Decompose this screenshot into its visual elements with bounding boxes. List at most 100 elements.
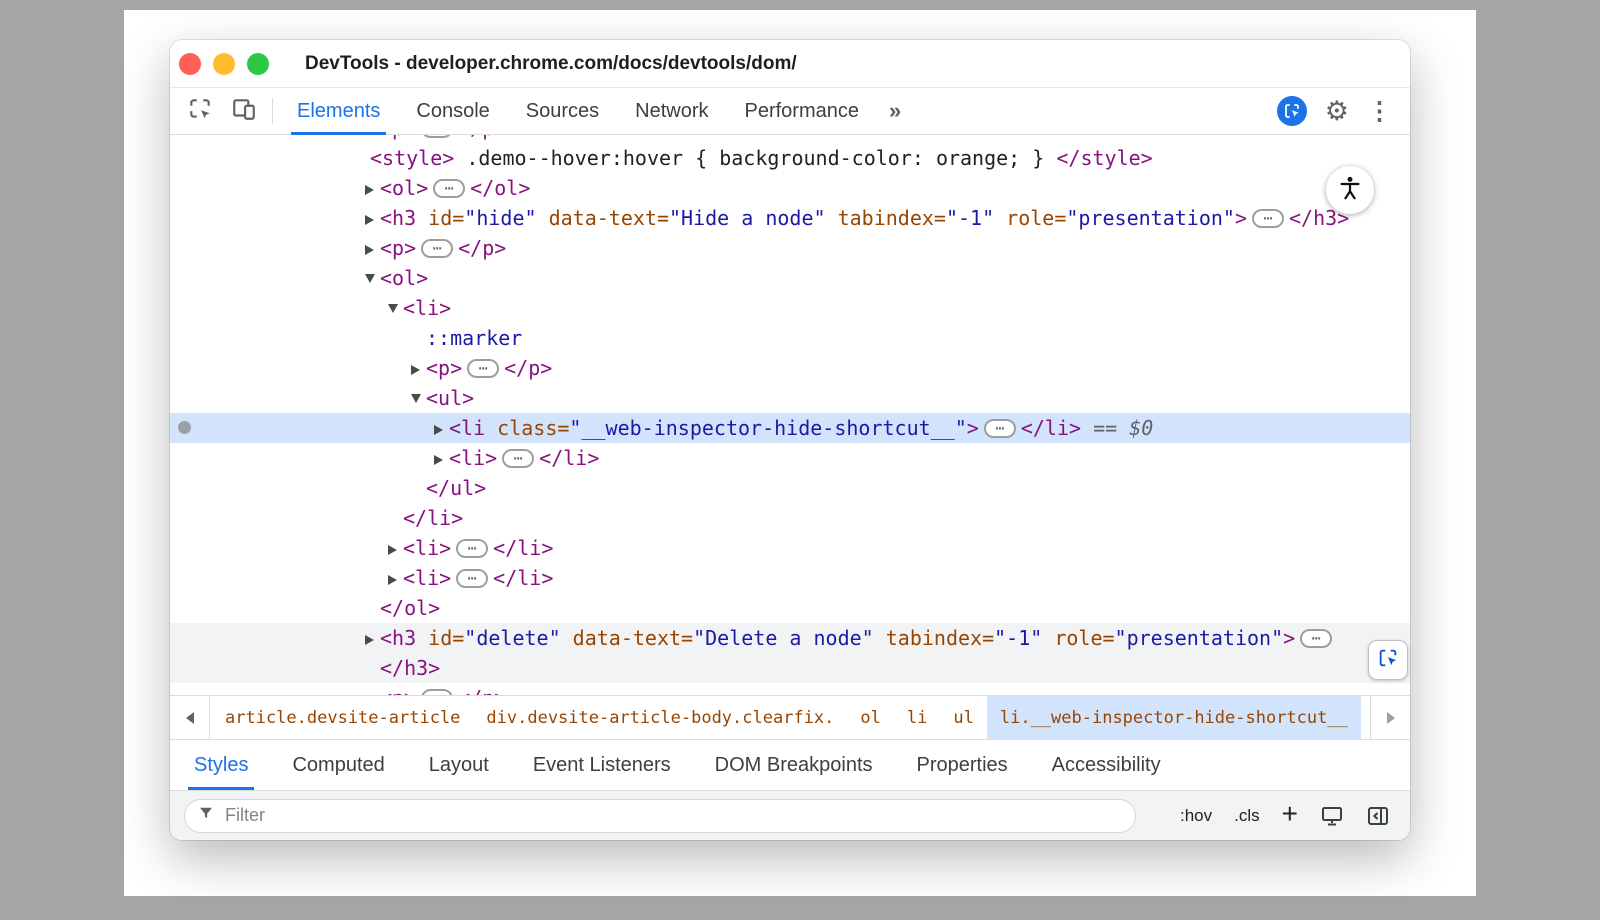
dom-tree-row[interactable]: <li>⋯</li>: [170, 563, 1410, 593]
sidebar-tab-computed[interactable]: Computed: [270, 740, 406, 790]
inline-expand-button[interactable]: ⋯: [502, 449, 534, 468]
device-toolbar-icon: [231, 96, 257, 127]
code-token-val: "presentation": [1066, 206, 1235, 230]
new-style-rule-button[interactable]: +: [1282, 800, 1298, 828]
code-token-tag: </li>: [403, 506, 463, 530]
toggle-classes-button[interactable]: .cls: [1234, 806, 1260, 826]
tab-network[interactable]: Network: [617, 88, 726, 134]
breadcrumb-item[interactable]: li: [894, 696, 940, 739]
dom-tree-row[interactable]: <p>⋯</p>: [170, 233, 1410, 263]
breadcrumb-item[interactable]: ol: [847, 696, 893, 739]
dom-tree-row[interactable]: <p>⋯</p>: [170, 353, 1410, 383]
breadcrumb-item[interactable]: div.devsite-article-body.clearfix.: [473, 696, 847, 739]
code-token-pseudo: ::marker: [426, 326, 522, 350]
sidebar-tab-accessibility[interactable]: Accessibility: [1030, 740, 1183, 790]
breadcrumb-item[interactable]: ul: [940, 696, 986, 739]
sidebar-tab-event-listeners[interactable]: Event Listeners: [511, 740, 693, 790]
tab-elements[interactable]: Elements: [279, 88, 398, 134]
dom-tree-row[interactable]: ::marker: [170, 323, 1410, 353]
breadcrumb-scroll-right-button[interactable]: [1370, 696, 1410, 739]
accessibility-overlay-button[interactable]: [1326, 166, 1374, 214]
expand-arrow-icon[interactable]: [388, 533, 403, 563]
dom-tree-row[interactable]: <li>: [170, 293, 1410, 323]
dom-tree-row[interactable]: </li>: [170, 503, 1410, 533]
code-token-tag: <ul>: [426, 386, 474, 410]
sidebar-tab-styles[interactable]: Styles: [172, 740, 270, 790]
code-token-tag: <h3: [380, 206, 416, 230]
inline-expand-button[interactable]: ⋯: [433, 179, 465, 198]
inline-expand-button[interactable]: ⋯: [421, 689, 453, 695]
sidebar-tab-dom-breakpoints[interactable]: DOM Breakpoints: [693, 740, 895, 790]
dom-tree-row[interactable]: <ul>: [170, 383, 1410, 413]
inspect-overlay-button[interactable]: [1368, 640, 1408, 680]
dom-tree-row[interactable]: <h3 id="hide" data-text="Hide a node" ta…: [170, 203, 1410, 233]
expand-arrow-icon[interactable]: [434, 413, 449, 443]
dom-tree-row[interactable]: <ol>: [170, 263, 1410, 293]
dom-tree-row[interactable]: <style> .demo--hover:hover { background-…: [170, 143, 1410, 173]
filter-box[interactable]: [184, 799, 1136, 833]
close-window-button[interactable]: [179, 53, 201, 75]
code-token-tag: <style>: [370, 146, 454, 170]
expand-arrow-icon[interactable]: [365, 173, 380, 203]
dom-tree-row[interactable]: <li>⋯</li>: [170, 533, 1410, 563]
toggle-hover-state-button[interactable]: :hov: [1180, 806, 1212, 826]
code-token-val: "hide": [464, 206, 536, 230]
dom-tree-row[interactable]: </h3>: [170, 653, 1410, 683]
code-token-eq: ==: [1081, 416, 1129, 440]
tab-performance[interactable]: Performance: [727, 88, 878, 134]
expand-arrow-icon[interactable]: [365, 683, 380, 695]
breadcrumb-item[interactable]: li.__web-inspector-hide-shortcut__: [987, 696, 1361, 739]
window-title: DevTools - developer.chrome.com/docs/dev…: [305, 53, 797, 75]
devtools-toolbar: ElementsConsoleSourcesNetworkPerformance…: [170, 88, 1410, 135]
expand-arrow-icon[interactable]: [365, 203, 380, 233]
expand-arrow-icon[interactable]: [365, 233, 380, 263]
inline-expand-button[interactable]: ⋯: [456, 569, 488, 588]
collapse-arrow-icon[interactable]: [388, 293, 403, 323]
inline-expand-button[interactable]: ⋯: [467, 359, 499, 378]
code-token-tag: <li: [449, 416, 485, 440]
toggle-sidebar-icon[interactable]: [1366, 804, 1390, 828]
tab-console[interactable]: Console: [398, 88, 507, 134]
dom-tree-row[interactable]: <p>⋯</p>: [170, 683, 1410, 695]
collapse-arrow-icon[interactable]: [365, 263, 380, 293]
rendering-emulation-icon[interactable]: [1320, 804, 1344, 828]
code-token-val: "Hide a node": [669, 206, 826, 230]
kebab-menu-icon[interactable]: ⋮: [1367, 99, 1392, 124]
settings-gear-icon[interactable]: ⚙: [1325, 98, 1349, 125]
code-token-attr: tabindex=: [826, 206, 946, 230]
collapse-arrow-icon[interactable]: [411, 383, 426, 413]
zoom-window-button[interactable]: [247, 53, 269, 75]
more-tabs-button[interactable]: »: [877, 88, 913, 134]
inspect-element-button[interactable]: [178, 88, 222, 134]
inline-expand-button[interactable]: ⋯: [421, 135, 453, 138]
window-titlebar: DevTools - developer.chrome.com/docs/dev…: [170, 40, 1410, 88]
inline-expand-button[interactable]: ⋯: [456, 539, 488, 558]
dom-tree-row[interactable]: </ol>: [170, 593, 1410, 623]
breadcrumb-scroll-left-button[interactable]: [170, 696, 210, 739]
expand-arrow-icon[interactable]: [434, 443, 449, 473]
expand-arrow-icon[interactable]: [365, 623, 380, 653]
sidebar-tab-layout[interactable]: Layout: [407, 740, 511, 790]
inline-expand-button[interactable]: ⋯: [984, 419, 1016, 438]
expand-arrow-icon[interactable]: [388, 563, 403, 593]
dom-tree-row[interactable]: <h3 id="delete" data-text="Delete a node…: [170, 623, 1410, 653]
dom-tree-row[interactable]: <li>⋯</li>: [170, 443, 1410, 473]
cast-inspect-icon[interactable]: [1277, 96, 1307, 126]
dom-tree-row[interactable]: <li class="__web-inspector-hide-shortcut…: [170, 413, 1410, 443]
inline-expand-button[interactable]: ⋯: [421, 239, 453, 258]
code-token-tag: </h3>: [380, 656, 440, 680]
dom-tree-row[interactable]: <ol>⋯</ol>: [170, 173, 1410, 203]
expand-arrow-icon[interactable]: [365, 135, 380, 143]
sidebar-tab-properties[interactable]: Properties: [895, 740, 1030, 790]
breadcrumb-item[interactable]: article.devsite-article: [212, 696, 473, 739]
minimize-window-button[interactable]: [213, 53, 235, 75]
device-toolbar-button[interactable]: [222, 88, 266, 134]
dom-tree-row[interactable]: </ul>: [170, 473, 1410, 503]
dom-tree: <p>⋯</p><style> .demo--hover:hover { bac…: [170, 135, 1410, 695]
tab-sources[interactable]: Sources: [508, 88, 617, 134]
expand-arrow-icon[interactable]: [411, 353, 426, 383]
dom-tree-row[interactable]: <p>⋯</p>: [170, 135, 1410, 143]
filter-input[interactable]: [223, 804, 1123, 827]
inline-expand-button[interactable]: ⋯: [1300, 629, 1332, 648]
inline-expand-button[interactable]: ⋯: [1252, 209, 1284, 228]
